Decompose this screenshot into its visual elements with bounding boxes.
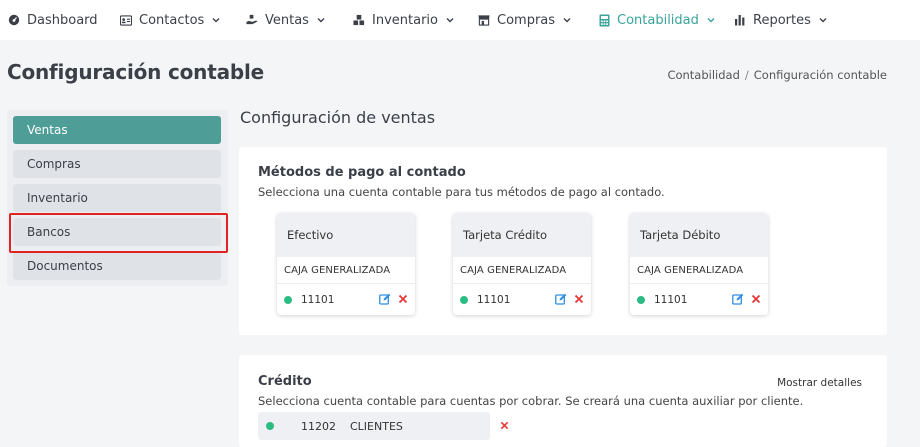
breadcrumb-link-contabilidad[interactable]: Contabilidad	[667, 68, 739, 82]
chevron-down-icon	[706, 15, 716, 25]
chevron-down-icon	[818, 15, 828, 25]
calculator-icon	[598, 14, 610, 26]
payment-method-card-tarjeta-credito: Tarjeta Crédito CAJA GENERALIZADA 11101	[453, 213, 591, 315]
nav-dashboard[interactable]: Dashboard	[8, 0, 98, 40]
sidebar-item-inventario[interactable]: Inventario	[13, 184, 221, 212]
highlight-annotation-box	[9, 213, 228, 253]
cash-methods-card: Métodos de pago al contado Selecciona un…	[239, 147, 887, 335]
edit-icon[interactable]	[379, 293, 391, 305]
contacts-card-icon	[120, 14, 132, 26]
credit-card: Crédito Mostrar detalles Selecciona cuen…	[239, 355, 887, 447]
payment-method-card-tarjeta-debito: Tarjeta Débito CAJA GENERALIZADA 11101	[630, 213, 768, 315]
nav-contabilidad-label: Contabilidad	[617, 12, 699, 28]
chevron-down-icon	[445, 15, 455, 25]
store-icon	[478, 14, 490, 26]
status-dot	[266, 422, 274, 430]
section-title: Configuración de ventas	[240, 108, 436, 127]
breadcrumb-separator: /	[744, 68, 749, 82]
page-title: Configuración contable	[7, 60, 265, 84]
breadcrumb: Contabilidad / Configuración contable	[667, 68, 887, 82]
delete-icon[interactable]	[573, 293, 585, 305]
sidebar-item-ventas[interactable]: Ventas	[13, 116, 221, 144]
payment-account-code: 11101	[477, 293, 511, 306]
delete-icon[interactable]	[750, 293, 762, 305]
nav-reportes-label: Reportes	[753, 12, 811, 28]
payment-account-name: CAJA GENERALIZADA	[453, 257, 591, 284]
nav-contactos[interactable]: Contactos	[120, 0, 221, 40]
nav-contactos-label: Contactos	[139, 12, 205, 28]
delete-icon[interactable]	[498, 419, 510, 431]
sidebar-item-documentos[interactable]: Documentos	[13, 252, 221, 280]
breadcrumb-current: Configuración contable	[753, 68, 887, 82]
credit-account-row: 11202 CLIENTES	[258, 412, 490, 440]
payment-account-row: 11101	[277, 284, 415, 315]
chevron-down-icon	[562, 15, 572, 25]
payment-account-name: CAJA GENERALIZADA	[277, 257, 415, 284]
credit-subtitle: Selecciona cuenta contable para cuentas …	[258, 394, 804, 408]
credit-account-code: 11202	[301, 419, 336, 433]
edit-icon[interactable]	[555, 293, 567, 305]
chevron-down-icon	[211, 15, 221, 25]
payment-method-card-efectivo: Efectivo CAJA GENERALIZADA 11101	[277, 213, 415, 315]
nav-inventario-label: Inventario	[372, 12, 438, 28]
sidebar-item-label: Compras	[27, 157, 81, 171]
nav-compras[interactable]: Compras	[478, 0, 572, 40]
payment-account-name: CAJA GENERALIZADA	[630, 257, 768, 284]
nav-dashboard-label: Dashboard	[27, 12, 98, 28]
status-dot	[460, 295, 468, 304]
status-dot	[284, 295, 292, 304]
nav-contabilidad[interactable]: Contabilidad	[598, 0, 716, 40]
sidebar-item-label: Inventario	[27, 191, 88, 205]
payment-method-name: Tarjeta Crédito	[453, 213, 591, 257]
payment-account-code: 11101	[301, 293, 335, 306]
delete-icon[interactable]	[397, 293, 409, 305]
credit-title: Crédito	[258, 374, 312, 389]
nav-inventario[interactable]: Inventario	[353, 0, 455, 40]
edit-icon[interactable]	[732, 293, 744, 305]
sidebar-item-compras[interactable]: Compras	[13, 150, 221, 178]
status-dot	[637, 295, 645, 304]
credit-account-name: CLIENTES	[350, 419, 403, 433]
payment-account-row: 11101	[630, 284, 768, 315]
inventory-boxes-icon	[353, 14, 365, 26]
nav-reportes[interactable]: Reportes	[734, 0, 828, 40]
payment-method-name: Efectivo	[277, 213, 415, 257]
chevron-down-icon	[316, 15, 326, 25]
show-details-link[interactable]: Mostrar detalles	[777, 377, 862, 389]
sidebar-item-label: Ventas	[27, 123, 68, 137]
sidebar-item-label: Documentos	[27, 259, 103, 273]
cash-methods-title: Métodos de pago al contado	[258, 165, 466, 180]
nav-compras-label: Compras	[497, 12, 556, 28]
payment-method-name: Tarjeta Débito	[630, 213, 768, 257]
settings-sidebar: Ventas Compras Inventario Bancos Documen…	[7, 110, 228, 286]
sales-hand-icon	[246, 14, 258, 26]
cash-methods-subtitle: Selecciona una cuenta contable para tus …	[258, 185, 665, 199]
nav-ventas[interactable]: Ventas	[246, 0, 326, 40]
dashboard-icon	[8, 14, 20, 26]
top-navbar: Dashboard Contactos Ventas Inventario Co…	[0, 0, 920, 40]
bar-chart-icon	[734, 14, 746, 26]
nav-ventas-label: Ventas	[265, 12, 309, 28]
payment-account-code: 11101	[654, 293, 688, 306]
payment-account-row: 11101	[453, 284, 591, 315]
